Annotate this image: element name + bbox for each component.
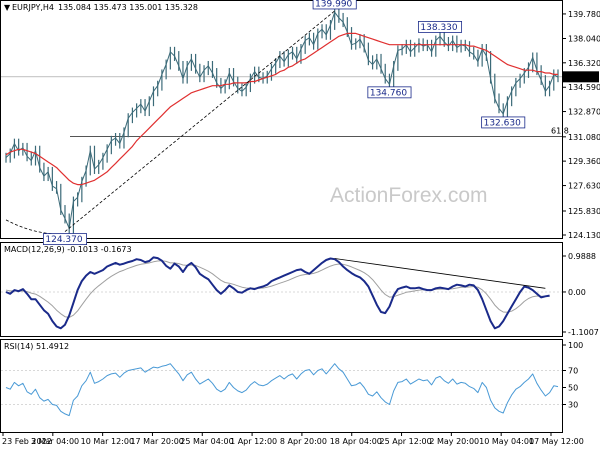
rsi-tick-label: 30 [568,401,578,410]
price-tick-label: 138.040 [568,35,600,44]
dashed-trendline [64,10,335,232]
macd-tick-label: 0.9888 [568,252,596,261]
annotation-label: 134.760 [370,88,407,98]
rsi-tick-label: 100 [568,341,583,350]
rsi-panel [0,339,563,433]
moving-average-line [5,32,558,186]
price-tick-label: 136.320 [568,59,600,68]
current-price-label: 135.328 [565,73,598,82]
price-tick-label: 127.630 [568,182,600,191]
price-tick-label: 125.830 [568,207,600,216]
macd-tick-label: -1.1007 [568,328,599,337]
symbol-label: EURJPY,H4 [12,3,54,12]
x-tick-label: 17 May 12:00 [529,437,584,446]
rsi-tick-label: 70 [568,367,578,376]
macd-main-line [5,256,550,330]
watermark: ActionForex.com [330,184,488,207]
price-tick-label: 134.590 [568,83,600,92]
rsi-title: RSI(14) 51.4912 [4,342,69,351]
dashed-curve [5,219,66,235]
annotation-label: 124.370 [45,235,82,245]
annotation-label: 139.990 [315,0,352,9]
x-tick-label: 25 Mar 04:00 [180,437,233,446]
x-tick-label: 25 Apr 12:00 [380,437,432,446]
x-tick-label: 1 Apr 12:00 [230,437,277,446]
price-tick-label: 129.360 [568,157,600,166]
x-tick-label: 10 May 04:00 [479,437,534,446]
price-series-group: 61.8 139.990 138.330 134.760 132.630 124.370 1… [1,0,599,245]
chart-canvas: ▼ EURJPY,H4 135.084 135.473 135.001 135.… [0,0,600,446]
price-tick-label: 132.870 [568,108,600,117]
x-tick-label: 10 Mar 12:00 [81,437,134,446]
annotation-label: 132.630 [484,118,521,128]
x-tick-label: 8 Apr 20:00 [280,437,327,446]
price-tick-label: 124.130 [568,231,600,240]
price-tick-label: 131.080 [568,133,600,142]
fib-61-8-label: 61.8 [551,127,569,136]
rsi-series-group [1,363,562,417]
axis-group: 139.780 138.040 136.320 134.590 132.870 131.0… [2,10,600,446]
x-tick-label: 18 Apr 04:00 [330,437,382,446]
annotation-label: 138.330 [420,23,457,33]
x-tick-label: 17 Mar 20:00 [130,437,183,446]
macd-signal-line [5,260,550,318]
ohlc-values: 135.084 135.473 135.001 135.328 [58,3,198,12]
symbol-arrow-icon: ▼ [4,3,11,12]
x-tick-label: 2 May 20:00 [429,437,479,446]
macd-series-group [1,256,562,330]
rsi-line [5,363,559,417]
rsi-tick-label: 50 [568,384,578,393]
macd-title: MACD(12,26,9) -0.1013 -0.1673 [4,245,132,254]
x-tick-label: 3 Mar 04:00 [31,437,79,446]
price-tick-label: 139.780 [568,10,600,19]
macd-tick-label: 0.00 [568,288,586,297]
